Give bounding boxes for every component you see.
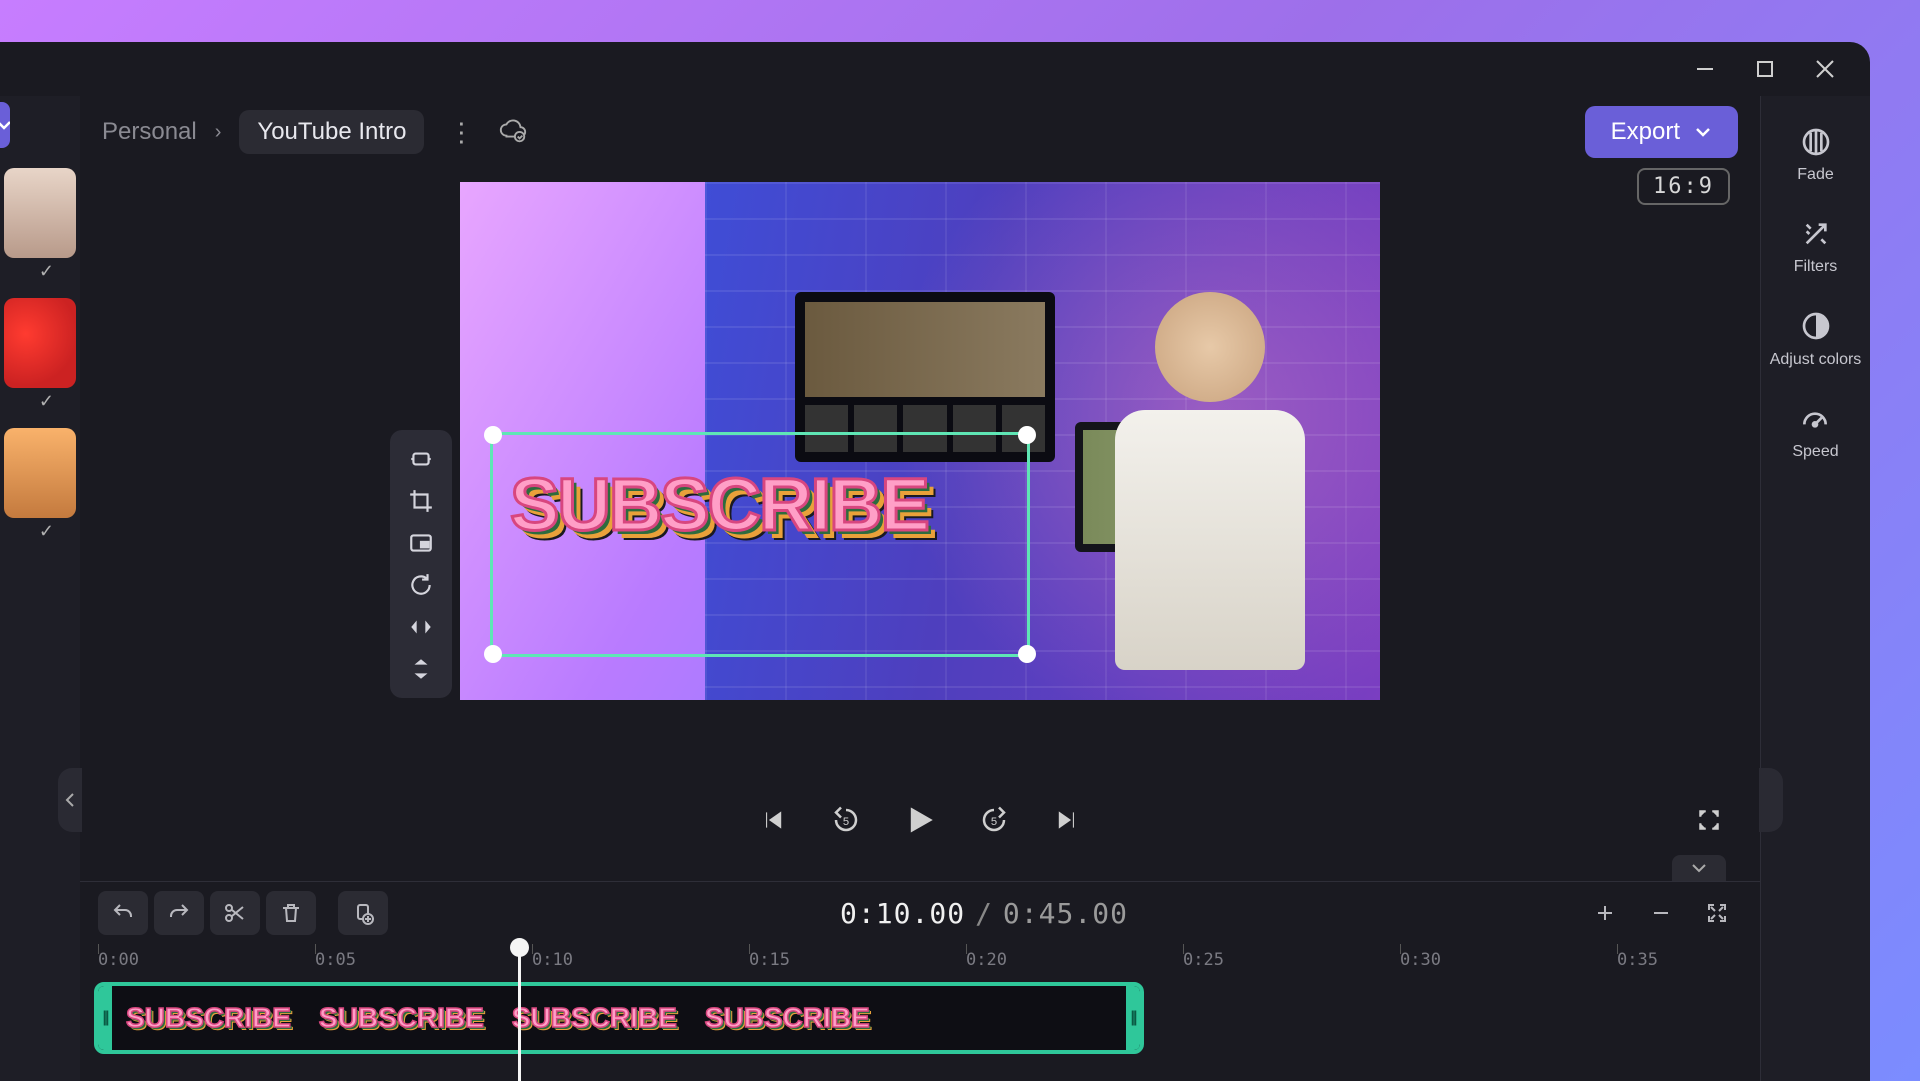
floating-toolbar bbox=[390, 430, 452, 698]
duplicate-button[interactable] bbox=[338, 891, 388, 935]
current-time: 0:10.00 bbox=[840, 897, 965, 930]
maximize-button[interactable] bbox=[1754, 58, 1776, 80]
flip-v-icon[interactable] bbox=[406, 654, 436, 684]
clip-thumb: SUBSCRIBE bbox=[512, 1002, 677, 1034]
adjust-colors-icon bbox=[1800, 310, 1832, 342]
export-label: Export bbox=[1611, 118, 1680, 146]
fade-tool[interactable]: Fade bbox=[1797, 126, 1833, 184]
timeline-clip[interactable]: SUBSCRIBE SUBSCRIBE SUBSCRIBE SUBSCRIBE bbox=[94, 982, 1144, 1054]
fit-icon[interactable] bbox=[406, 444, 436, 474]
ruler-tick: 0:20 bbox=[966, 950, 1007, 970]
central-area: Personal › YouTube Intro ⋮ Export 16:9 bbox=[80, 96, 1760, 1081]
chevron-down-icon bbox=[1691, 862, 1707, 874]
fade-icon bbox=[1800, 126, 1832, 158]
workspace-crumb[interactable]: Personal bbox=[102, 118, 197, 146]
fullscreen-button[interactable] bbox=[1692, 803, 1726, 837]
play-button[interactable] bbox=[903, 803, 937, 837]
chevron-left-icon bbox=[64, 792, 76, 808]
app-window: ✓ ✓ ✓ Personal › YouTube Intro ⋮ Export bbox=[0, 42, 1870, 1081]
chevron-down-icon bbox=[1694, 123, 1712, 141]
properties-sidebar: Fade Filters Adjust colors Speed bbox=[1760, 96, 1870, 1081]
ruler-tick: 0:10 bbox=[532, 950, 573, 970]
ruler-tick: 0:35 bbox=[1617, 950, 1658, 970]
media-thumb[interactable]: ✓ bbox=[4, 168, 76, 278]
top-bar: Personal › YouTube Intro ⋮ Export bbox=[80, 96, 1760, 168]
aspect-ratio-badge[interactable]: 16:9 bbox=[1637, 168, 1730, 205]
skip-start-button[interactable] bbox=[755, 803, 789, 837]
split-button[interactable] bbox=[210, 891, 260, 935]
total-duration: 0:45.00 bbox=[1003, 897, 1128, 930]
timeline-ruler[interactable]: 0:00 0:05 0:10 0:15 0:20 0:25 0:30 0:35 bbox=[80, 944, 1760, 976]
svg-text:5: 5 bbox=[843, 816, 849, 828]
preview-canvas[interactable]: SUBSCRIBE bbox=[460, 182, 1380, 700]
speed-tool[interactable]: Speed bbox=[1792, 403, 1838, 461]
undo-button[interactable] bbox=[98, 891, 148, 935]
cloud-sync-icon[interactable] bbox=[498, 115, 528, 150]
filters-tool[interactable]: Filters bbox=[1794, 218, 1838, 276]
forward-5-button[interactable]: 5 bbox=[977, 803, 1011, 837]
adjust-colors-tool[interactable]: Adjust colors bbox=[1770, 310, 1862, 369]
chevron-down-icon bbox=[0, 116, 10, 134]
export-button[interactable]: Export bbox=[1585, 106, 1738, 158]
sidebar-label: Filters bbox=[1794, 258, 1838, 276]
media-thumb[interactable]: ✓ bbox=[4, 298, 76, 408]
expand-panel-button[interactable] bbox=[1759, 768, 1783, 832]
sidebar-label: Speed bbox=[1792, 443, 1838, 461]
sidebar-label: Adjust colors bbox=[1770, 350, 1862, 369]
check-icon: ✓ bbox=[39, 521, 54, 542]
rotate-icon[interactable] bbox=[406, 570, 436, 600]
clip-trim-right[interactable] bbox=[1126, 986, 1140, 1050]
skip-end-button[interactable] bbox=[1051, 803, 1085, 837]
timeline-time: 0:10.00/0:45.00 bbox=[394, 897, 1574, 930]
ruler-tick: 0:30 bbox=[1400, 950, 1441, 970]
collapse-panel-button[interactable] bbox=[58, 768, 82, 832]
ruler-tick: 0:05 bbox=[315, 950, 356, 970]
svg-text:5: 5 bbox=[991, 816, 997, 828]
zoom-in-button[interactable] bbox=[1580, 891, 1630, 935]
collapse-stage-button[interactable] bbox=[1672, 855, 1726, 881]
playhead[interactable] bbox=[518, 940, 521, 1081]
clip-trim-left[interactable] bbox=[98, 986, 112, 1050]
playback-controls: 5 5 bbox=[80, 785, 1760, 855]
timeline: 0:10.00/0:45.00 0:00 0:05 0:10 0:15 0:20… bbox=[80, 881, 1760, 1081]
zoom-out-button[interactable] bbox=[1636, 891, 1686, 935]
media-thumb[interactable]: ✓ bbox=[4, 428, 76, 538]
selection-box[interactable] bbox=[490, 432, 1030, 657]
redo-button[interactable] bbox=[154, 891, 204, 935]
resize-handle[interactable] bbox=[1018, 645, 1036, 663]
clip-thumb: SUBSCRIBE bbox=[319, 1002, 484, 1034]
check-icon: ✓ bbox=[39, 391, 54, 412]
sidebar-label: Fade bbox=[1797, 166, 1833, 184]
speed-icon bbox=[1799, 403, 1831, 435]
delete-button[interactable] bbox=[266, 891, 316, 935]
more-menu-button[interactable]: ⋮ bbox=[442, 117, 480, 148]
ruler-tick: 0:00 bbox=[98, 950, 139, 970]
resize-handle[interactable] bbox=[1018, 426, 1036, 444]
resize-handle[interactable] bbox=[484, 426, 502, 444]
filters-icon bbox=[1800, 218, 1832, 250]
ruler-tick: 0:15 bbox=[749, 950, 790, 970]
panel-dropdown[interactable] bbox=[0, 102, 10, 148]
resize-handle[interactable] bbox=[484, 645, 502, 663]
clip-thumb: SUBSCRIBE bbox=[126, 1002, 291, 1034]
window-titlebar bbox=[0, 42, 1870, 96]
flip-h-icon[interactable] bbox=[406, 612, 436, 642]
media-panel: ✓ ✓ ✓ bbox=[0, 96, 80, 1081]
chevron-right-icon: › bbox=[215, 121, 222, 144]
track-area[interactable]: SUBSCRIBE SUBSCRIBE SUBSCRIBE SUBSCRIBE bbox=[80, 976, 1760, 1081]
zoom-fit-button[interactable] bbox=[1692, 891, 1742, 935]
rewind-5-button[interactable]: 5 bbox=[829, 803, 863, 837]
stage-wrap: 16:9 SUBSCRIBE bbox=[80, 168, 1760, 785]
pip-icon[interactable] bbox=[406, 528, 436, 558]
check-icon: ✓ bbox=[39, 261, 54, 282]
ruler-tick: 0:25 bbox=[1183, 950, 1224, 970]
timeline-toolbar: 0:10.00/0:45.00 bbox=[80, 882, 1760, 944]
close-button[interactable] bbox=[1814, 58, 1836, 80]
crop-icon[interactable] bbox=[406, 486, 436, 516]
clip-thumb: SUBSCRIBE bbox=[705, 1002, 870, 1034]
project-title[interactable]: YouTube Intro bbox=[239, 110, 424, 154]
minimize-button[interactable] bbox=[1694, 58, 1716, 80]
